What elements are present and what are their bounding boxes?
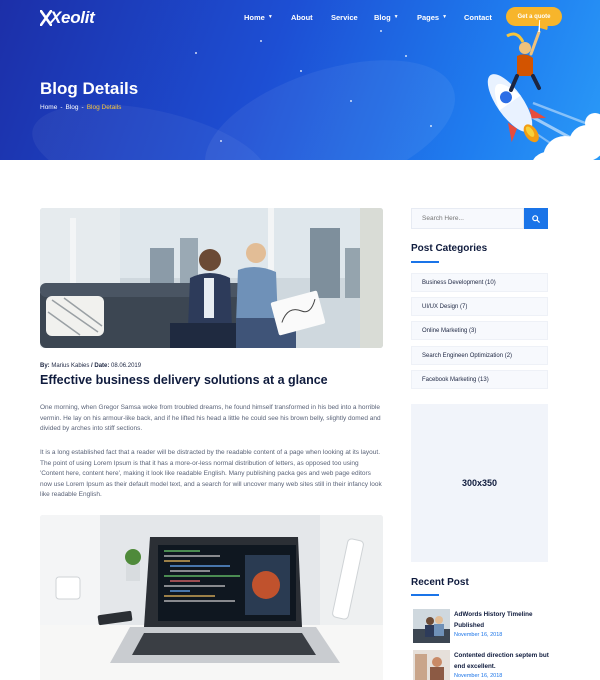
nav-label: Blog: [374, 12, 391, 22]
category-link[interactable]: Search Engineen Optimization (2): [411, 346, 548, 365]
nav-label: Home: [244, 12, 265, 22]
recent-post-text: AdWords History Timeline Published Novem…: [454, 609, 533, 643]
recent-post-text: Contented direction septem but end excel…: [454, 650, 549, 680]
recent-post-image: [413, 609, 450, 643]
nav-item-blog[interactable]: Blog ▼: [374, 13, 399, 22]
breadcrumb-current: Blog Details: [86, 104, 122, 111]
article-hero-image: [40, 208, 383, 348]
nav-item-pages[interactable]: Pages ▼: [417, 13, 447, 22]
category-link[interactable]: Business Development (10): [411, 273, 548, 292]
star-dot: [430, 125, 432, 127]
star-dot: [350, 100, 352, 102]
breadcrumb: Home - Blog - Blog Details: [40, 104, 121, 111]
sidebar-search: [411, 208, 548, 229]
chevron-down-icon: ▼: [393, 14, 399, 20]
breadcrumb-separator: -: [60, 104, 63, 111]
post-author: Marius Kabies: [51, 363, 90, 369]
nav-label: Service: [331, 12, 358, 22]
post-paragraph: It is a long established fact that a rea…: [40, 449, 382, 498]
nav-item-service[interactable]: Service: [331, 13, 358, 22]
recent-post-image: [413, 650, 450, 680]
chevron-down-icon: ▼: [267, 14, 273, 20]
page-title: Blog Details: [40, 79, 139, 98]
nav-item-home[interactable]: Home ▼: [244, 13, 273, 22]
breadcrumb-separator: -: [81, 104, 84, 111]
post-title: Effective business delivery solutions at…: [40, 373, 328, 387]
recent-post-title: AdWords History Timeline: [454, 611, 533, 618]
nav-label: About: [291, 12, 313, 22]
recent-post-item[interactable]: Contented direction septem but end excel…: [413, 650, 549, 680]
recent-post-thumbnail: [413, 650, 450, 680]
recent-post-thumbnail: [413, 609, 450, 643]
ad-size-label: 300x350: [461, 478, 498, 488]
recent-post-title: Contented direction septem but: [454, 652, 549, 659]
category-link[interactable]: Online Marketing (3): [411, 321, 548, 340]
search-input[interactable]: [411, 208, 524, 229]
recent-post-date: November 16, 2018: [454, 632, 503, 638]
star-dot: [300, 70, 302, 72]
nav-item-about[interactable]: About: [291, 13, 313, 22]
recent-post-title: Published: [454, 622, 485, 629]
breadcrumb-home[interactable]: Home: [40, 104, 57, 111]
star-dot: [195, 52, 197, 54]
post-date: 08.06.2019: [111, 363, 142, 369]
post-meta: By: Marius Kabies / Date: 08.06.2019: [40, 363, 141, 369]
star-dot: [260, 40, 262, 42]
star-dot: [220, 140, 222, 142]
brand-logo[interactable]: Xeolit: [40, 8, 95, 28]
breadcrumb-blog[interactable]: Blog: [66, 104, 79, 111]
meta-date-label: / Date:: [91, 363, 110, 369]
categories-heading: Post Categories: [411, 243, 488, 254]
recent-post-heading: Recent Post: [411, 577, 469, 588]
search-icon: [532, 214, 540, 223]
recent-post-date: November 16, 2018: [454, 673, 503, 679]
star-dot: [380, 30, 382, 32]
recent-post-item[interactable]: AdWords History Timeline Published Novem…: [413, 609, 549, 643]
category-link[interactable]: Facebook Marketing (13): [411, 370, 548, 389]
heading-underline: [411, 594, 439, 596]
recent-post-title: end excellent.: [454, 663, 496, 670]
category-link[interactable]: UI/UX Design (7): [411, 297, 548, 316]
post-paragraph: One morning, when Gregor Samsa woke from…: [40, 404, 381, 432]
ad-placeholder: 300x350: [411, 404, 548, 562]
meta-by-label: By:: [40, 363, 50, 369]
rocket-astronaut-illustration: [487, 19, 600, 160]
article-secondary-image: [40, 515, 383, 680]
star-dot: [405, 55, 407, 57]
search-button[interactable]: [524, 208, 548, 229]
laptop-desk-photo: [40, 515, 383, 680]
nav-label: Pages: [417, 12, 440, 22]
heading-underline: [411, 261, 439, 263]
business-meeting-photo: [40, 208, 383, 348]
chevron-down-icon: ▼: [442, 14, 448, 20]
hero-banner: Xeolit Home ▼ About Service Blog ▼ Pages…: [0, 0, 600, 160]
logo-text: Xeolit: [50, 8, 95, 27]
